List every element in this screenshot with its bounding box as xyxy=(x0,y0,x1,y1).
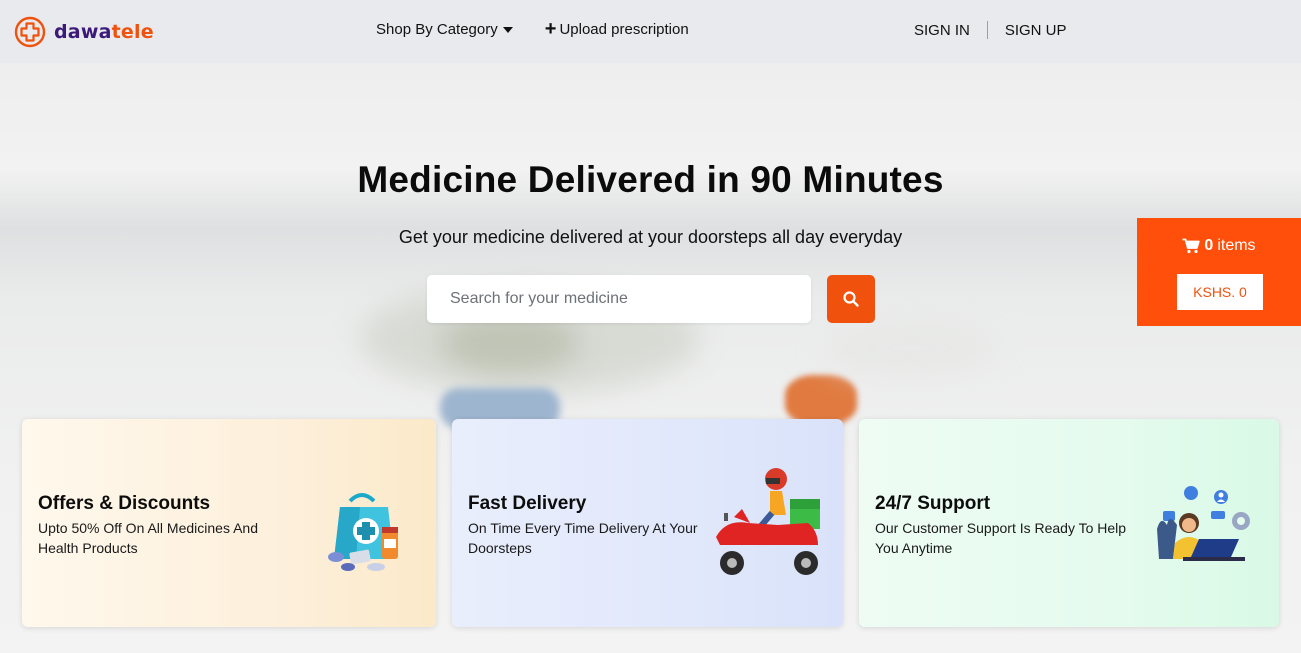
feature-description: On Time Every Time Delivery At Your Door… xyxy=(468,520,698,556)
cart-icon xyxy=(1182,238,1201,254)
feature-title: Offers & Discounts xyxy=(38,493,211,514)
brand-name: dawatele xyxy=(54,21,154,43)
cart-widget[interactable]: 0 items KSHS. 0 xyxy=(1137,218,1301,326)
medical-cross-icon xyxy=(14,16,46,48)
sign-in-link[interactable]: SIGN IN xyxy=(914,22,970,39)
plus-icon: + xyxy=(544,18,557,40)
divider xyxy=(986,21,988,39)
customer-support-icon xyxy=(1157,486,1250,561)
hero-subtitle: Get your medicine delivered at your door… xyxy=(398,227,903,247)
search-input[interactable] xyxy=(427,275,811,323)
feature-title: 24/7 Support xyxy=(875,493,991,514)
feature-description: Our Customer Support Is Ready To Help Yo… xyxy=(875,520,1127,556)
feature-card-support: 24/7 Support Our Customer Support Is Rea… xyxy=(859,419,1279,627)
background-pill-blur xyxy=(785,375,857,425)
cart-summary: 0 items xyxy=(1137,237,1301,255)
search-button[interactable] xyxy=(827,275,875,323)
delivery-scooter-icon xyxy=(716,468,820,575)
cart-count: 0 xyxy=(1204,237,1214,254)
cart-total[interactable]: KSHS. 0 xyxy=(1177,274,1263,310)
cart-items-label: items xyxy=(1217,237,1256,254)
upload-prescription-link[interactable]: + Upload prescription xyxy=(544,18,689,40)
navbar: dawatele Shop By Category + Upload presc… xyxy=(0,0,1301,63)
feature-card-offers: Offers & Discounts Upto 50% Off On All M… xyxy=(22,419,436,627)
nav-menu: Shop By Category + Upload prescription xyxy=(376,18,689,40)
caret-down-icon xyxy=(502,27,513,33)
shop-by-category-label: Shop By Category xyxy=(376,21,498,38)
background-pill-blur xyxy=(820,318,1000,378)
search-icon xyxy=(843,291,859,307)
shop-by-category-dropdown[interactable]: Shop By Category xyxy=(376,21,513,38)
hero-title: Medicine Delivered in 90 Minutes xyxy=(357,159,944,200)
feature-title: Fast Delivery xyxy=(468,493,587,514)
upload-prescription-label: Upload prescription xyxy=(559,21,689,38)
feature-description: Upto 50% Off On All Medicines And Health… xyxy=(38,520,258,556)
logo[interactable]: dawatele xyxy=(14,16,154,48)
feature-card-delivery: Fast Delivery On Time Every Time Deliver… xyxy=(452,419,843,627)
medicine-bag-icon xyxy=(328,493,398,571)
auth-links: SIGN IN SIGN UP xyxy=(914,21,1067,39)
sign-up-link[interactable]: SIGN UP xyxy=(1005,22,1067,39)
